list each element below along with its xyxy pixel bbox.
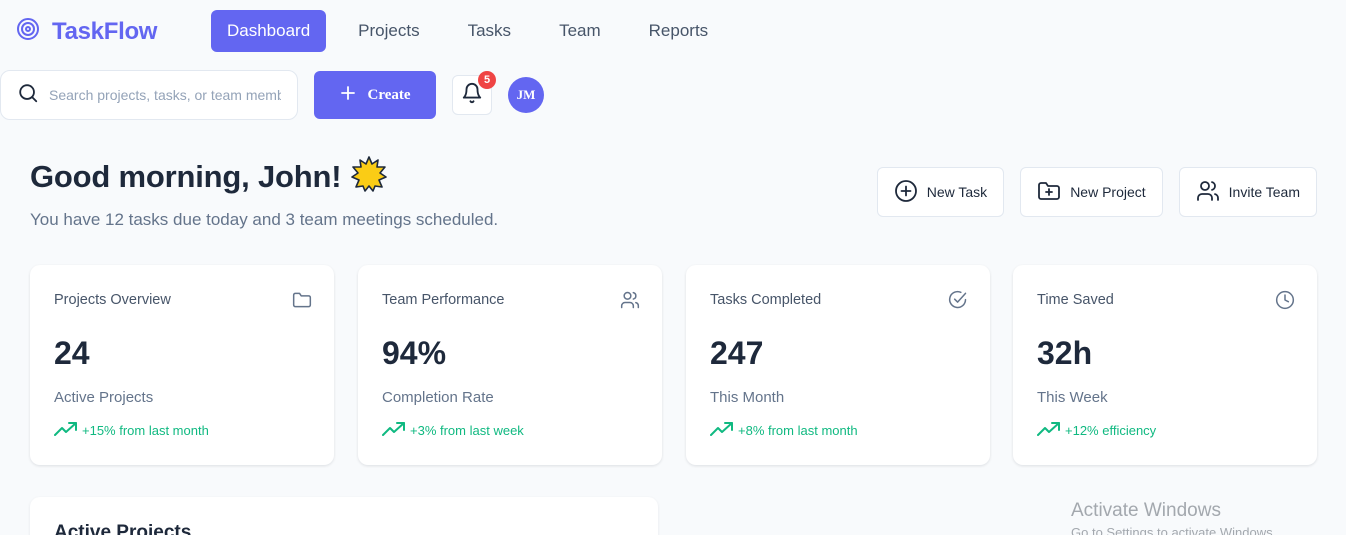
page-subtitle: You have 12 tasks due today and 3 team m… (30, 210, 499, 229)
search-icon (17, 82, 39, 109)
taskflow-dashboard: TaskFlow Dashboard Projects Tasks Team R… (0, 0, 1346, 535)
quick-actions: New Task New Project Invite Team (876, 167, 1317, 217)
notification-badge: 5 (478, 71, 496, 89)
folder-plus-icon (1037, 179, 1061, 206)
active-projects-card: Active Projects (30, 497, 658, 535)
stat-card-trend-text: +15% from last month (82, 423, 209, 438)
search-bar (0, 70, 298, 120)
create-button-label: Create (367, 86, 411, 103)
avatar[interactable]: JM (508, 77, 544, 113)
stat-card-trend: +3% from last week (382, 420, 524, 441)
stat-card-title: Projects Overview (54, 292, 171, 308)
check-circle-icon (948, 290, 968, 315)
stat-card-trend-text: +12% efficiency (1065, 423, 1157, 438)
stat-card-trend-text: +3% from last week (410, 423, 524, 438)
folder-icon (292, 290, 312, 315)
stat-card-label: Completion Rate (382, 389, 494, 406)
stat-card-tasks-completed[interactable]: Tasks Completed 247 This Month +8% from … (686, 265, 990, 465)
stat-card-title: Tasks Completed (710, 292, 822, 308)
target-logo-icon (16, 17, 40, 46)
stat-card-team-performance[interactable]: Team Performance 94% Completion Rate +3%… (358, 265, 662, 465)
stat-card-value: 24 (54, 335, 90, 371)
notifications-button[interactable]: 5 (452, 71, 496, 115)
trending-up-icon (382, 420, 406, 441)
stat-card-label: This Week (1037, 389, 1108, 406)
stat-card-value: 32h (1037, 335, 1093, 371)
stat-card-title: Time Saved (1037, 292, 1114, 308)
sun-icon (351, 156, 388, 197)
invite-team-label: Invite Team (1228, 184, 1300, 200)
stat-card-time-saved[interactable]: Time Saved 32h This Week +12% efficiency (1013, 265, 1317, 465)
stat-card-trend-text: +8% from last month (738, 423, 858, 438)
page-title: Good morning, John! (30, 158, 342, 194)
stat-card-trend: +12% efficiency (1037, 420, 1156, 441)
search-input[interactable] (49, 87, 281, 103)
plus-icon (339, 84, 357, 107)
windows-activation-watermark: Activate Windows Go to Settings to activ… (1071, 500, 1276, 535)
nav-team[interactable]: Team (543, 10, 617, 52)
stat-card-value: 247 (710, 335, 764, 371)
active-projects-title: Active Projects (54, 522, 192, 535)
users-icon (620, 290, 640, 315)
nav-reports[interactable]: Reports (633, 10, 725, 52)
nav-tasks[interactable]: Tasks (452, 10, 527, 52)
new-task-button[interactable]: New Task (876, 167, 1005, 217)
brand[interactable]: TaskFlow (16, 17, 157, 46)
trending-up-icon (54, 420, 78, 441)
trending-up-icon (1037, 420, 1061, 441)
stat-card-label: This Month (710, 389, 785, 406)
plus-circle-icon (894, 179, 918, 206)
stat-card-trend: +8% from last month (710, 420, 858, 441)
invite-team-button[interactable]: Invite Team (1178, 167, 1317, 217)
clock-icon (1275, 290, 1295, 315)
trending-up-icon (710, 420, 734, 441)
stat-card-label: Active Projects (54, 389, 154, 406)
create-button[interactable]: Create (314, 71, 436, 119)
nav-dashboard[interactable]: Dashboard (211, 10, 327, 52)
nav-projects[interactable]: Projects (342, 10, 435, 52)
new-project-button[interactable]: New Project (1020, 167, 1163, 217)
stat-card-projects[interactable]: Projects Overview 24 Active Projects +15… (30, 265, 334, 465)
stat-card-value: 94% (382, 335, 447, 371)
watermark-title: Activate Windows (1071, 500, 1221, 521)
watermark-subtitle: Go to Settings to activate Windows. (1071, 525, 1277, 535)
greeting: Good morning, John! (30, 156, 388, 197)
new-task-label: New Task (926, 184, 988, 200)
new-project-label: New Project (1070, 184, 1146, 200)
users-icon (1196, 179, 1220, 206)
brand-name: TaskFlow (52, 17, 158, 45)
main-nav: Dashboard Projects Tasks Team Reports (211, 10, 740, 52)
stat-card-title: Team Performance (382, 292, 505, 308)
more-horizontal-icon[interactable] (610, 530, 632, 535)
stat-card-trend: +15% from last month (54, 420, 209, 441)
